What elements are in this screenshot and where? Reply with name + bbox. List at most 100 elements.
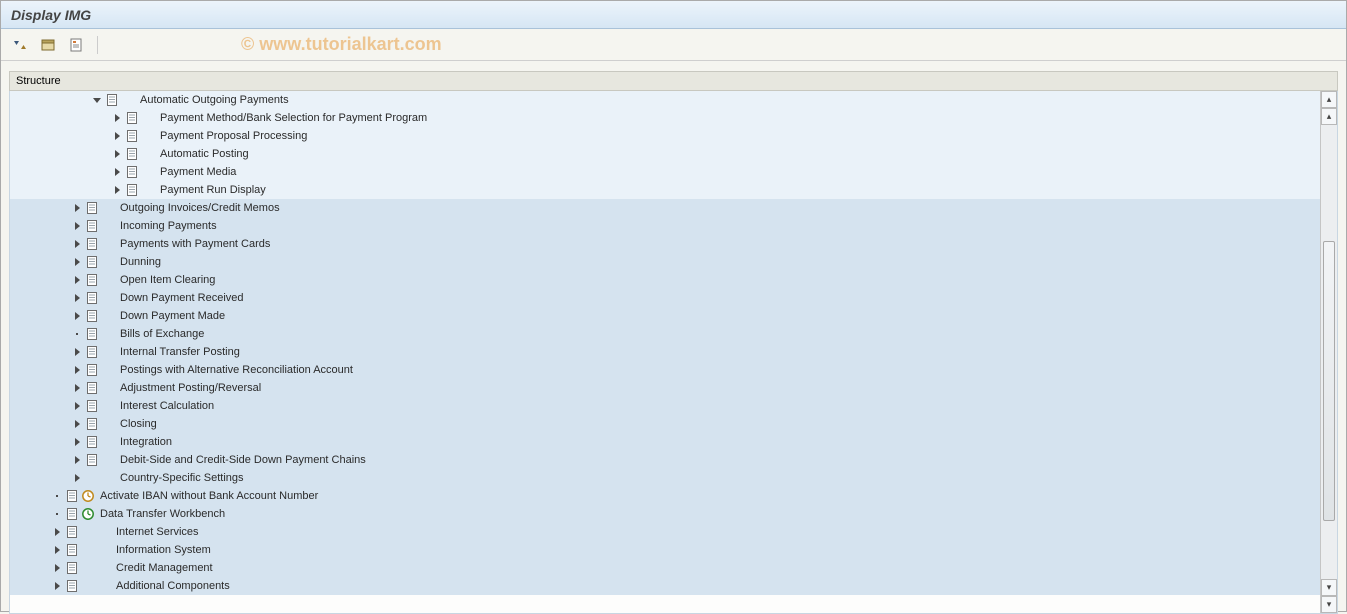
tree-node-label[interactable]: Payment Method/Bank Selection for Paymen… bbox=[156, 112, 427, 124]
tree-row[interactable]: Down Payment Received bbox=[10, 289, 1320, 307]
tree-node-label[interactable]: Incoming Payments bbox=[116, 220, 217, 232]
img-activity-doc-icon[interactable] bbox=[84, 398, 100, 414]
tree-node-label[interactable]: Automatic Outgoing Payments bbox=[136, 94, 289, 106]
img-activity-doc-icon[interactable] bbox=[64, 578, 80, 594]
tree-row[interactable]: Automatic Outgoing Payments bbox=[10, 91, 1320, 109]
tree-node-label[interactable]: Activate IBAN without Bank Account Numbe… bbox=[96, 490, 318, 502]
img-activity-doc-icon[interactable] bbox=[124, 110, 140, 126]
tree-row[interactable]: Activate IBAN without Bank Account Numbe… bbox=[10, 487, 1320, 505]
tree-node-label[interactable]: Payment Run Display bbox=[156, 184, 266, 196]
tree-expand-icon[interactable] bbox=[110, 147, 124, 161]
expand-collapse-button[interactable] bbox=[9, 34, 31, 56]
tree-expand-icon[interactable] bbox=[70, 345, 84, 359]
tree-expand-icon[interactable] bbox=[70, 237, 84, 251]
scroll-bottom-button[interactable]: ▾ bbox=[1321, 596, 1337, 613]
img-activity-doc-icon[interactable] bbox=[84, 200, 100, 216]
tree-node-label[interactable]: Adjustment Posting/Reversal bbox=[116, 382, 261, 394]
tree-expand-icon[interactable] bbox=[70, 255, 84, 269]
tree-node-label[interactable]: Payment Proposal Processing bbox=[156, 130, 307, 142]
tree-expand-icon[interactable] bbox=[70, 453, 84, 467]
img-activity-doc-icon[interactable] bbox=[84, 434, 100, 450]
tree-row[interactable]: Outgoing Invoices/Credit Memos bbox=[10, 199, 1320, 217]
img-tree[interactable]: Automatic Outgoing Payments Payment Metho… bbox=[10, 91, 1320, 613]
img-activity-doc-icon[interactable] bbox=[84, 452, 100, 468]
tree-row[interactable]: Dunning bbox=[10, 253, 1320, 271]
tree-row[interactable]: Payment Method/Bank Selection for Paymen… bbox=[10, 109, 1320, 127]
tree-node-label[interactable]: Open Item Clearing bbox=[116, 274, 215, 286]
scroll-down-button[interactable]: ▾ bbox=[1321, 579, 1337, 596]
tree-row[interactable]: Data Transfer Workbench bbox=[10, 505, 1320, 523]
tree-row[interactable]: Credit Management bbox=[10, 559, 1320, 577]
tree-row[interactable]: Open Item Clearing bbox=[10, 271, 1320, 289]
scroll-thumb[interactable] bbox=[1323, 241, 1335, 521]
tree-node-label[interactable]: Additional Components bbox=[112, 580, 230, 592]
img-activity-doc-icon[interactable] bbox=[84, 218, 100, 234]
tree-node-label[interactable]: Down Payment Received bbox=[116, 292, 244, 304]
tree-expand-icon[interactable] bbox=[70, 219, 84, 233]
tree-row[interactable]: Internal Transfer Posting bbox=[10, 343, 1320, 361]
tree-row[interactable]: Internet Services bbox=[10, 523, 1320, 541]
tree-expand-icon[interactable] bbox=[70, 399, 84, 413]
tree-node-label[interactable]: Closing bbox=[116, 418, 157, 430]
img-activity-doc-icon[interactable] bbox=[84, 344, 100, 360]
tree-row[interactable]: Payments with Payment Cards bbox=[10, 235, 1320, 253]
tree-expand-icon[interactable] bbox=[50, 561, 64, 575]
tree-expand-icon[interactable] bbox=[110, 111, 124, 125]
img-activity-doc-icon[interactable] bbox=[124, 182, 140, 198]
tree-node-label[interactable]: Automatic Posting bbox=[156, 148, 249, 160]
tree-column-header[interactable]: Structure bbox=[9, 71, 1338, 91]
tree-expand-icon[interactable] bbox=[70, 291, 84, 305]
tree-node-label[interactable]: Payments with Payment Cards bbox=[116, 238, 270, 250]
vertical-scrollbar[interactable]: ▴ ▴ ▾ ▾ bbox=[1320, 91, 1337, 613]
img-activity-doc-icon[interactable] bbox=[104, 92, 120, 108]
img-activity-doc-icon[interactable] bbox=[84, 416, 100, 432]
tree-expand-icon[interactable] bbox=[110, 129, 124, 143]
scroll-up-button[interactable]: ▴ bbox=[1321, 108, 1337, 125]
tree-node-label[interactable]: Data Transfer Workbench bbox=[96, 508, 225, 520]
tree-expand-icon[interactable] bbox=[50, 543, 64, 557]
img-activity-doc-icon[interactable] bbox=[84, 254, 100, 270]
tree-node-label[interactable]: Credit Management bbox=[112, 562, 213, 574]
tree-row[interactable]: Postings with Alternative Reconciliation… bbox=[10, 361, 1320, 379]
tree-node-label[interactable]: Integration bbox=[116, 436, 172, 448]
img-activity-doc-icon[interactable] bbox=[64, 524, 80, 540]
tree-row[interactable]: Automatic Posting bbox=[10, 145, 1320, 163]
tree-row[interactable]: Additional Components bbox=[10, 577, 1320, 595]
tree-node-label[interactable]: Debit-Side and Credit-Side Down Payment … bbox=[116, 454, 366, 466]
tree-expand-icon[interactable] bbox=[70, 363, 84, 377]
img-activity-doc-icon[interactable] bbox=[84, 326, 100, 342]
tree-node-label[interactable]: Payment Media bbox=[156, 166, 236, 178]
tree-node-label[interactable]: Internet Services bbox=[112, 526, 199, 538]
img-activity-doc-icon[interactable] bbox=[124, 146, 140, 162]
tree-expand-icon[interactable] bbox=[70, 309, 84, 323]
img-activity-doc-icon[interactable] bbox=[124, 128, 140, 144]
tree-expand-icon[interactable] bbox=[70, 381, 84, 395]
tree-node-label[interactable]: Country-Specific Settings bbox=[116, 472, 244, 484]
tree-expand-icon[interactable] bbox=[70, 417, 84, 431]
execute-activity-icon[interactable] bbox=[80, 488, 96, 504]
tree-row[interactable]: Information System bbox=[10, 541, 1320, 559]
release-notes-button[interactable] bbox=[65, 34, 87, 56]
img-activity-doc-icon[interactable] bbox=[84, 272, 100, 288]
tree-row[interactable]: Incoming Payments bbox=[10, 217, 1320, 235]
img-activity-doc-icon[interactable] bbox=[64, 560, 80, 576]
tree-expand-icon[interactable] bbox=[70, 435, 84, 449]
tree-node-label[interactable]: Dunning bbox=[116, 256, 161, 268]
tree-expand-icon[interactable] bbox=[70, 471, 84, 485]
tree-expand-icon[interactable] bbox=[70, 273, 84, 287]
tree-row[interactable]: Debit-Side and Credit-Side Down Payment … bbox=[10, 451, 1320, 469]
execute-activity-icon[interactable] bbox=[80, 506, 96, 522]
tree-expand-icon[interactable] bbox=[110, 165, 124, 179]
tree-row[interactable]: Interest Calculation bbox=[10, 397, 1320, 415]
tree-node-label[interactable]: Internal Transfer Posting bbox=[116, 346, 240, 358]
tree-node-label[interactable]: Bills of Exchange bbox=[116, 328, 204, 340]
tree-expand-icon[interactable] bbox=[50, 525, 64, 539]
tree-row[interactable]: Bills of Exchange bbox=[10, 325, 1320, 343]
img-activity-doc-icon[interactable] bbox=[84, 290, 100, 306]
tree-row[interactable]: Closing bbox=[10, 415, 1320, 433]
tree-node-label[interactable]: Information System bbox=[112, 544, 211, 556]
tree-row[interactable]: Payment Media bbox=[10, 163, 1320, 181]
img-activity-doc-icon[interactable] bbox=[124, 164, 140, 180]
tree-node-label[interactable]: Postings with Alternative Reconciliation… bbox=[116, 364, 353, 376]
scroll-top-button[interactable]: ▴ bbox=[1321, 91, 1337, 108]
